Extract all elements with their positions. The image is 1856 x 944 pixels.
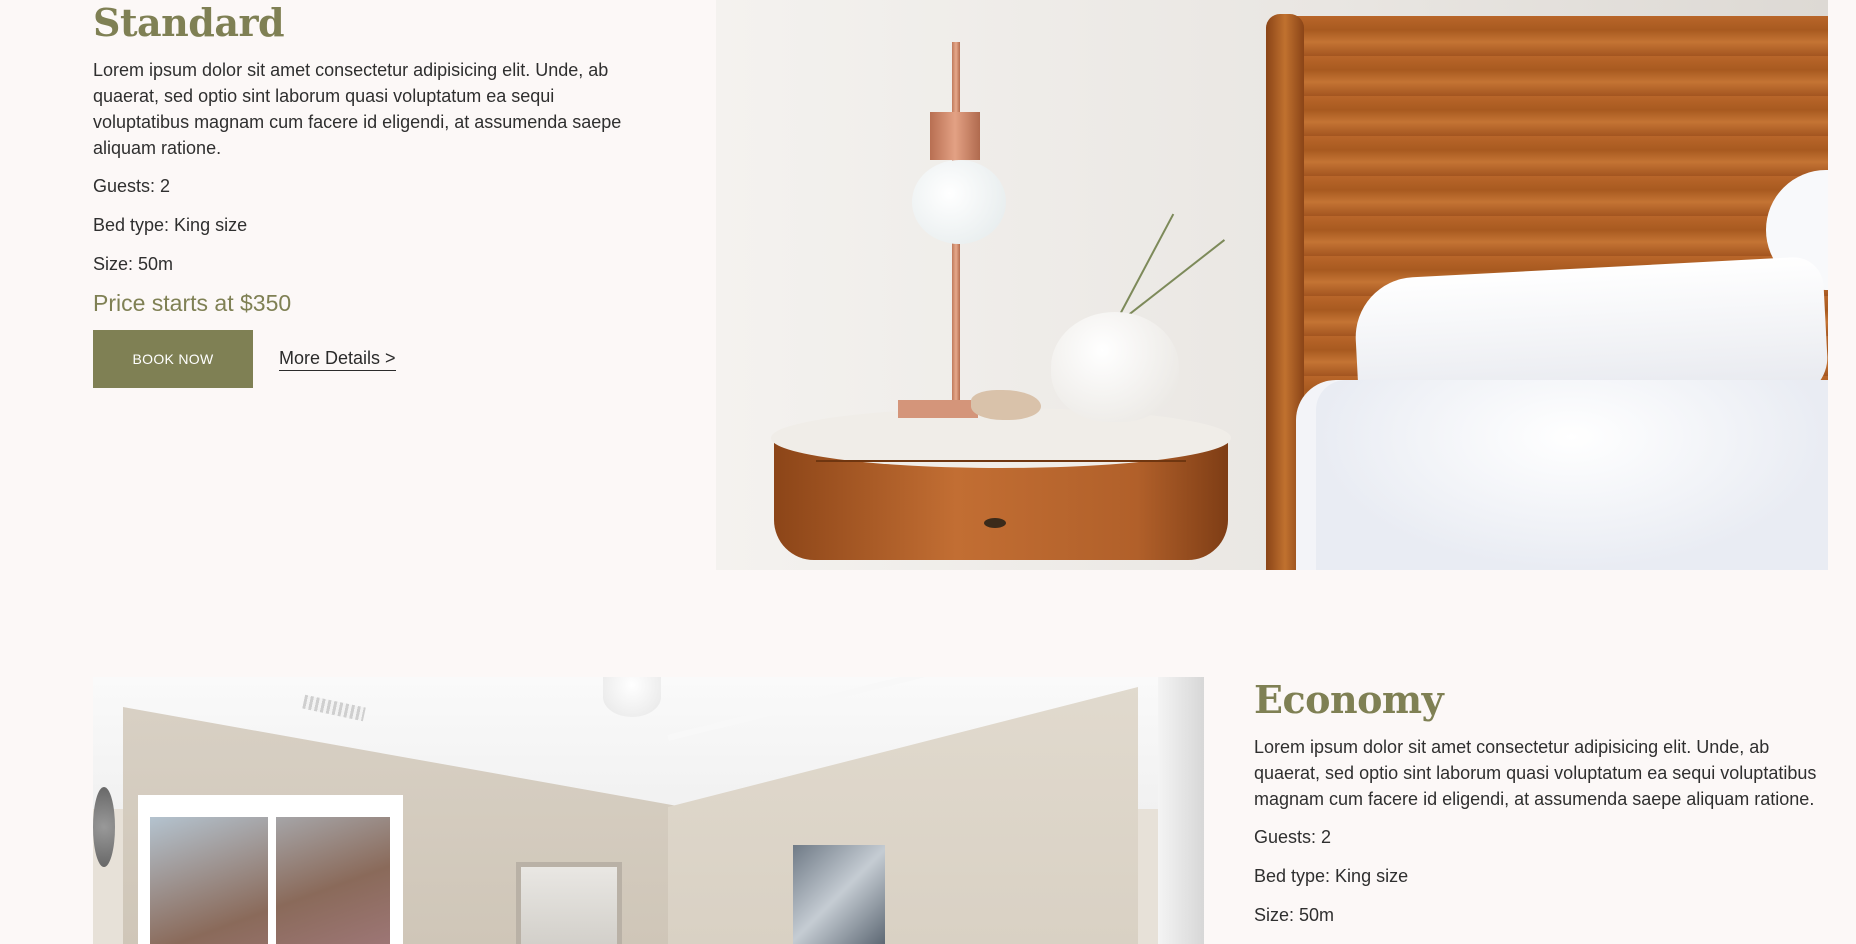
room-description: Lorem ipsum dolor sit amet consectetur a… <box>93 60 622 158</box>
room-bed-type: Bed type: King size <box>93 215 248 235</box>
room-guests: Guests: 2 <box>93 176 171 196</box>
room-price: Price starts at $350 <box>93 290 292 316</box>
room-size: Size: 50m <box>93 254 174 274</box>
room-bed-type: Bed type: King size <box>1254 866 1409 886</box>
room-actions: BOOK NOW More Details > <box>93 330 653 388</box>
book-now-button[interactable]: BOOK NOW <box>93 330 253 388</box>
room-description: Lorem ipsum dolor sit amet consectetur a… <box>1254 737 1817 809</box>
more-details-link[interactable]: More Details > <box>279 348 396 371</box>
room-size: Size: 50m <box>1254 905 1335 925</box>
room-title: Economy <box>1254 677 1444 722</box>
room-guests: Guests: 2 <box>1254 827 1332 847</box>
room-economy-info: Economy Lorem ipsum dolor sit amet conse… <box>1254 677 1834 941</box>
room-economy-image <box>93 677 1204 944</box>
room-standard-info: Standard Lorem ipsum dolor sit amet cons… <box>93 0 653 388</box>
room-title: Standard <box>93 0 285 45</box>
room-standard-image <box>716 0 1828 570</box>
